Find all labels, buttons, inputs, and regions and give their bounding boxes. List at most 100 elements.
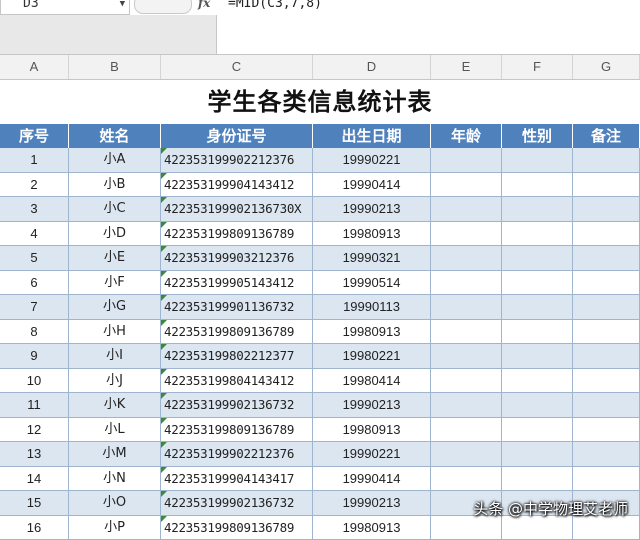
header-cell[interactable]: 备注 — [573, 124, 640, 148]
id-number-cell[interactable]: 422353199804143412 — [161, 369, 313, 394]
birth-date-cell[interactable]: 19990514 — [313, 271, 431, 296]
header-cell[interactable]: 性别 — [502, 124, 573, 148]
id-number-cell[interactable]: 422353199809136789 — [161, 320, 313, 345]
age-cell[interactable] — [431, 516, 502, 540]
id-number-cell[interactable]: 422353199904143412 — [161, 173, 313, 198]
age-cell[interactable] — [431, 320, 502, 345]
birth-date-cell[interactable]: 19990213 — [313, 491, 431, 516]
note-cell[interactable] — [573, 344, 640, 369]
name-cell[interactable]: 小L — [69, 418, 161, 443]
birth-date-cell[interactable]: 19990213 — [313, 393, 431, 418]
row-number-cell[interactable]: 7 — [0, 295, 69, 320]
gender-cell[interactable] — [502, 295, 573, 320]
id-number-cell[interactable]: 422353199802212377 — [161, 344, 313, 369]
row-number-cell[interactable]: 4 — [0, 222, 69, 247]
gender-cell[interactable] — [502, 369, 573, 394]
name-cell[interactable]: 小J — [69, 369, 161, 394]
age-cell[interactable] — [431, 222, 502, 247]
note-cell[interactable] — [573, 197, 640, 222]
name-cell[interactable]: 小E — [69, 246, 161, 271]
id-number-cell[interactable]: 422353199902136732 — [161, 491, 313, 516]
row-number-cell[interactable]: 8 — [0, 320, 69, 345]
gender-cell[interactable] — [502, 197, 573, 222]
name-cell[interactable]: 小A — [69, 148, 161, 173]
gender-cell[interactable] — [502, 418, 573, 443]
id-number-cell[interactable]: 422353199904143417 — [161, 467, 313, 492]
header-cell[interactable]: 年龄 — [431, 124, 502, 148]
column-header-c[interactable]: C — [161, 55, 313, 79]
gender-cell[interactable] — [502, 271, 573, 296]
id-number-cell[interactable]: 422353199903212376 — [161, 246, 313, 271]
row-number-cell[interactable]: 6 — [0, 271, 69, 296]
id-number-cell[interactable]: 422353199809136789 — [161, 418, 313, 443]
note-cell[interactable] — [573, 418, 640, 443]
header-cell[interactable]: 姓名 — [69, 124, 161, 148]
name-cell[interactable]: 小N — [69, 467, 161, 492]
row-number-cell[interactable]: 11 — [0, 393, 69, 418]
age-cell[interactable] — [431, 442, 502, 467]
age-cell[interactable] — [431, 467, 502, 492]
formula-cancel-enter-buttons[interactable] — [134, 0, 192, 14]
row-number-cell[interactable]: 15 — [0, 491, 69, 516]
name-cell[interactable]: 小C — [69, 197, 161, 222]
header-cell[interactable]: 出生日期 — [313, 124, 431, 148]
birth-date-cell[interactable]: 19990321 — [313, 246, 431, 271]
name-cell[interactable]: 小M — [69, 442, 161, 467]
gender-cell[interactable] — [502, 173, 573, 198]
row-number-cell[interactable]: 9 — [0, 344, 69, 369]
note-cell[interactable] — [573, 148, 640, 173]
column-header-e[interactable]: E — [431, 55, 502, 79]
birth-date-cell[interactable]: 19980913 — [313, 320, 431, 345]
age-cell[interactable] — [431, 148, 502, 173]
birth-date-cell[interactable]: 19980221 — [313, 344, 431, 369]
birth-date-cell[interactable]: 19980414 — [313, 369, 431, 394]
age-cell[interactable] — [431, 344, 502, 369]
gender-cell[interactable] — [502, 246, 573, 271]
id-number-cell[interactable]: 422353199902212376 — [161, 442, 313, 467]
gender-cell[interactable] — [502, 344, 573, 369]
name-cell[interactable]: 小P — [69, 516, 161, 540]
name-cell[interactable]: 小F — [69, 271, 161, 296]
birth-date-cell[interactable]: 19980913 — [313, 418, 431, 443]
age-cell[interactable] — [431, 173, 502, 198]
note-cell[interactable] — [573, 295, 640, 320]
birth-date-cell[interactable]: 19980913 — [313, 516, 431, 540]
birth-date-cell[interactable]: 19990414 — [313, 467, 431, 492]
row-number-cell[interactable]: 5 — [0, 246, 69, 271]
age-cell[interactable] — [431, 418, 502, 443]
id-number-cell[interactable]: 422353199901136732 — [161, 295, 313, 320]
chevron-down-icon[interactable]: ▼ — [120, 0, 125, 9]
age-cell[interactable] — [431, 393, 502, 418]
note-cell[interactable] — [573, 173, 640, 198]
id-number-cell[interactable]: 422353199902136732 — [161, 393, 313, 418]
note-cell[interactable] — [573, 516, 640, 540]
row-number-cell[interactable]: 2 — [0, 173, 69, 198]
header-cell[interactable]: 序号 — [0, 124, 69, 148]
birth-date-cell[interactable]: 19990213 — [313, 197, 431, 222]
gender-cell[interactable] — [502, 222, 573, 247]
column-header-f[interactable]: F — [502, 55, 573, 79]
row-number-cell[interactable]: 3 — [0, 197, 69, 222]
gender-cell[interactable] — [502, 516, 573, 540]
birth-date-cell[interactable]: 19990221 — [313, 148, 431, 173]
gender-cell[interactable] — [502, 320, 573, 345]
name-cell[interactable]: 小I — [69, 344, 161, 369]
row-number-cell[interactable]: 13 — [0, 442, 69, 467]
note-cell[interactable] — [573, 369, 640, 394]
id-number-cell[interactable]: 422353199809136789 — [161, 516, 313, 540]
name-cell[interactable]: 小G — [69, 295, 161, 320]
name-cell[interactable]: 小K — [69, 393, 161, 418]
gender-cell[interactable] — [502, 148, 573, 173]
formula-input[interactable]: =MID(C3,7,8) — [228, 0, 322, 11]
name-box[interactable]: D3 ▼ — [0, 0, 130, 15]
fx-icon[interactable]: fx — [198, 0, 210, 10]
row-number-cell[interactable]: 14 — [0, 467, 69, 492]
column-header-b[interactable]: B — [69, 55, 161, 79]
note-cell[interactable] — [573, 246, 640, 271]
title-cell[interactable]: 学生各类信息统计表 — [0, 80, 640, 124]
id-number-cell[interactable]: 422353199902212376 — [161, 148, 313, 173]
age-cell[interactable] — [431, 246, 502, 271]
age-cell[interactable] — [431, 197, 502, 222]
column-header-g[interactable]: G — [573, 55, 640, 79]
row-number-cell[interactable]: 10 — [0, 369, 69, 394]
